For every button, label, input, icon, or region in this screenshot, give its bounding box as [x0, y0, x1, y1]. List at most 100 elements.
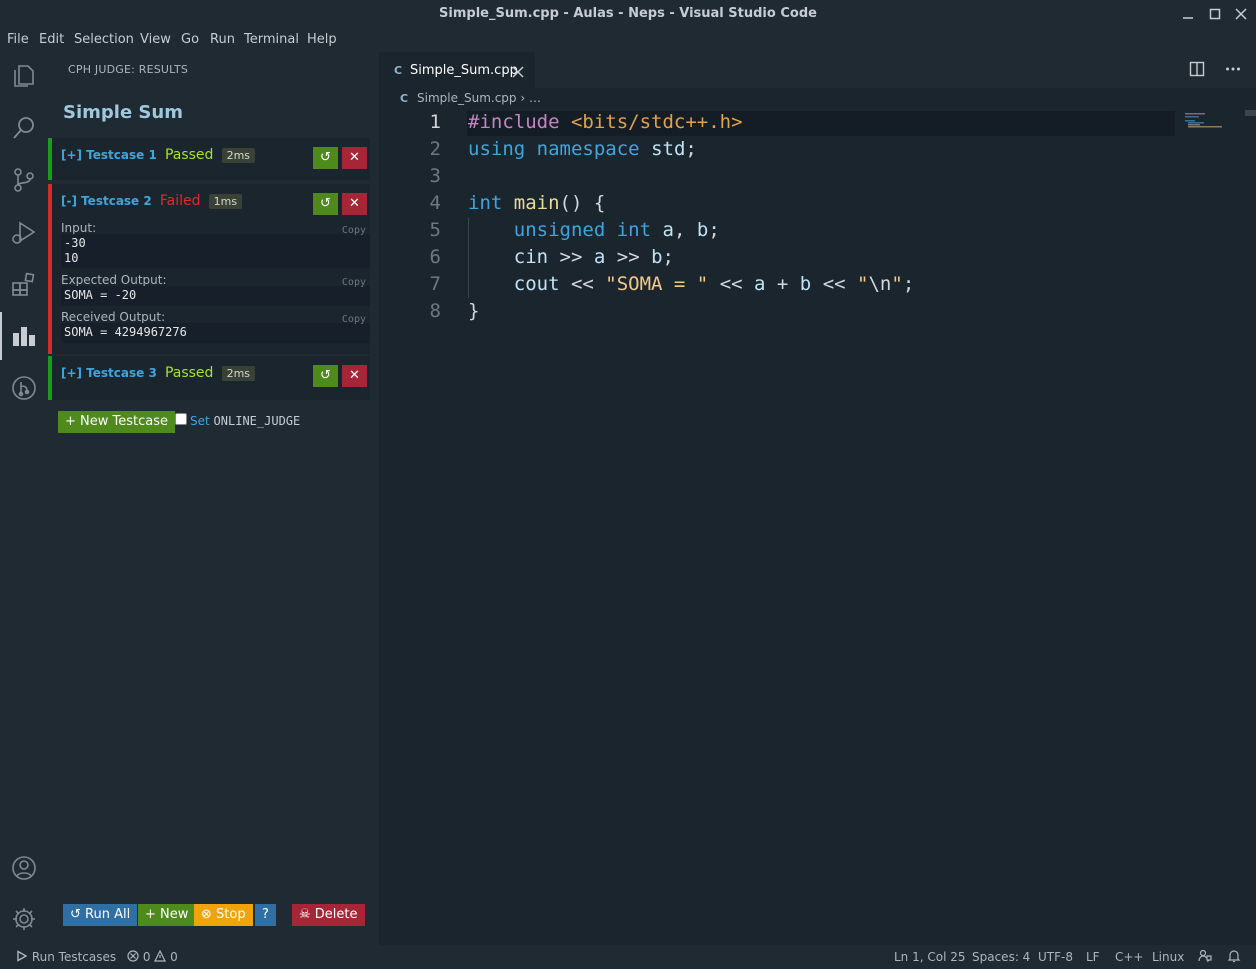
expected-output-label: Expected Output:: [61, 273, 167, 287]
received-output-label: Received Output:: [61, 310, 166, 324]
copy-received-link[interactable]: Copy: [342, 312, 366, 327]
input-box[interactable]: Copy -30 10: [61, 225, 370, 268]
testcase-toggle[interactable]: [+]: [61, 366, 82, 380]
line-number: 1: [429, 111, 441, 133]
online-judge-label[interactable]: Set ONLINE_JUDGE: [190, 414, 300, 428]
copy-input-link[interactable]: Copy: [342, 223, 366, 238]
activity-bar: [0, 52, 48, 945]
code-line: using namespace std;: [468, 138, 697, 160]
maximize-icon[interactable]: [1205, 4, 1225, 24]
end-of-line[interactable]: LF: [1086, 950, 1100, 964]
input-line: -30: [64, 236, 86, 250]
cph-sidebar: CPH JUDGE: RESULTS Simple Sum [+] Testca…: [48, 52, 378, 945]
cph-judge-icon[interactable]: [10, 322, 38, 350]
delete-testcase-button[interactable]: ✕: [342, 147, 367, 169]
menu-edit[interactable]: Edit: [39, 32, 64, 47]
menu-bar: File Edit Selection View Go Run Terminal…: [0, 28, 1256, 52]
editor-tab[interactable]: C Simple_Sum.cpp: [379, 52, 535, 88]
breadcrumb-symbol[interactable]: …: [529, 91, 541, 105]
sidebar-title: CPH JUDGE: RESULTS: [68, 63, 189, 76]
settings-gear-icon[interactable]: [10, 905, 38, 933]
help-button[interactable]: ?: [255, 904, 276, 926]
online-judge-checkbox[interactable]: [175, 413, 187, 425]
delete-all-button[interactable]: ☠ Delete: [292, 904, 365, 926]
menu-help[interactable]: Help: [307, 32, 337, 47]
breadcrumb: C Simple_Sum.cpp › …: [379, 88, 1256, 110]
run-debug-icon[interactable]: [10, 218, 38, 246]
git-graph-icon[interactable]: [10, 374, 38, 402]
time-badge: 2ms: [221, 148, 256, 163]
explorer-icon[interactable]: [10, 62, 38, 90]
rerun-testcase-button[interactable]: ↺: [313, 147, 338, 169]
testcase-toggle[interactable]: [-]: [61, 194, 77, 208]
menu-terminal[interactable]: Terminal: [244, 32, 299, 47]
menu-go[interactable]: Go: [181, 32, 199, 47]
extensions-icon[interactable]: [10, 270, 38, 298]
minimap[interactable]: [1183, 110, 1243, 130]
feedback-icon[interactable]: [1198, 949, 1212, 966]
testcase-name: Testcase 2: [81, 194, 152, 208]
menu-file[interactable]: File: [7, 32, 29, 47]
line-number: 4: [429, 192, 441, 214]
cpp-file-icon: C: [394, 64, 403, 77]
warning-count: 0: [170, 950, 178, 964]
problem-name: Simple Sum: [63, 102, 183, 123]
menu-view[interactable]: View: [140, 32, 171, 47]
line-number: 5: [429, 219, 441, 241]
close-window-icon[interactable]: [1231, 4, 1251, 24]
title-bar: Simple_Sum.cpp - Aulas - Neps - Visual S…: [0, 0, 1256, 28]
encoding[interactable]: UTF-8: [1038, 950, 1073, 964]
code-line: cin >> a >> b;: [513, 246, 674, 268]
menu-selection[interactable]: Selection: [74, 32, 134, 47]
vertical-scrollbar[interactable]: [1245, 110, 1256, 116]
delete-testcase-button[interactable]: ✕: [342, 193, 367, 215]
minimize-icon[interactable]: [1178, 4, 1198, 24]
language-mode[interactable]: C++: [1115, 950, 1144, 964]
testcase-status: Passed: [164, 147, 214, 163]
code-editor[interactable]: 1 2 3 4 5 6 7 8 #include <bits/stdc++.h>…: [379, 110, 1256, 945]
cursor-position[interactable]: Ln 1, Col 25: [894, 950, 966, 964]
delete-testcase-button[interactable]: ✕: [342, 365, 367, 387]
testcase-1: [+] Testcase 1 Passed 2ms ↺ ✕: [48, 138, 370, 180]
time-badge: 1ms: [208, 194, 243, 209]
expected-output-box[interactable]: Copy SOMA = -20: [61, 277, 370, 306]
chevron-right-icon: ›: [520, 91, 529, 105]
close-tab-icon[interactable]: [512, 61, 524, 85]
online-judge-prefix: Set: [190, 414, 210, 428]
run-testcases-item[interactable]: Run Testcases: [16, 950, 116, 964]
testcase-1-header[interactable]: [+] Testcase 1 Passed 2ms: [61, 147, 256, 163]
window-title: Simple_Sum.cpp - Aulas - Neps - Visual S…: [439, 6, 817, 21]
rerun-testcase-button[interactable]: ↺: [313, 193, 338, 215]
rerun-testcase-button[interactable]: ↺: [313, 365, 338, 387]
testcase-3-header[interactable]: [+] Testcase 3 Passed 2ms: [61, 365, 256, 381]
menu-run[interactable]: Run: [210, 32, 235, 47]
indentation[interactable]: Spaces: 4: [972, 950, 1030, 964]
split-editor-icon[interactable]: [1189, 61, 1205, 81]
copy-expected-link[interactable]: Copy: [342, 275, 366, 290]
breadcrumb-path[interactable]: Simple_Sum.cpp › …: [417, 91, 541, 105]
more-actions-icon[interactable]: [1225, 61, 1241, 81]
new-testcase-button[interactable]: + New Testcase: [58, 411, 175, 433]
received-output-box[interactable]: Copy SOMA = 4294967276: [61, 314, 370, 343]
line-number: 8: [429, 300, 441, 322]
testcase-toggle[interactable]: [+]: [61, 148, 82, 162]
code-line: unsigned int a, b;: [513, 219, 720, 241]
error-count: 0: [142, 950, 151, 964]
search-icon[interactable]: [10, 114, 38, 142]
tab-label: Simple_Sum.cpp: [410, 63, 518, 78]
problems-item[interactable]: 0 0: [127, 949, 178, 964]
testcase-2-header[interactable]: [-] Testcase 2 Failed 1ms: [61, 193, 243, 209]
line-number: 2: [429, 138, 441, 160]
source-control-icon[interactable]: [10, 166, 38, 194]
breadcrumb-file[interactable]: Simple_Sum.cpp: [417, 91, 517, 105]
code-line: int main() {: [468, 192, 606, 214]
input-label: Input:: [61, 221, 97, 235]
line-number: 6: [429, 246, 441, 268]
testcase-name: Testcase 1: [86, 148, 157, 162]
new-button[interactable]: + New: [138, 904, 196, 926]
account-icon[interactable]: [10, 854, 38, 882]
os-indicator[interactable]: Linux: [1152, 950, 1184, 964]
stop-button[interactable]: ⊗ Stop: [194, 904, 253, 926]
notifications-bell-icon[interactable]: [1227, 949, 1241, 966]
run-all-button[interactable]: ↺ Run All: [63, 904, 138, 926]
